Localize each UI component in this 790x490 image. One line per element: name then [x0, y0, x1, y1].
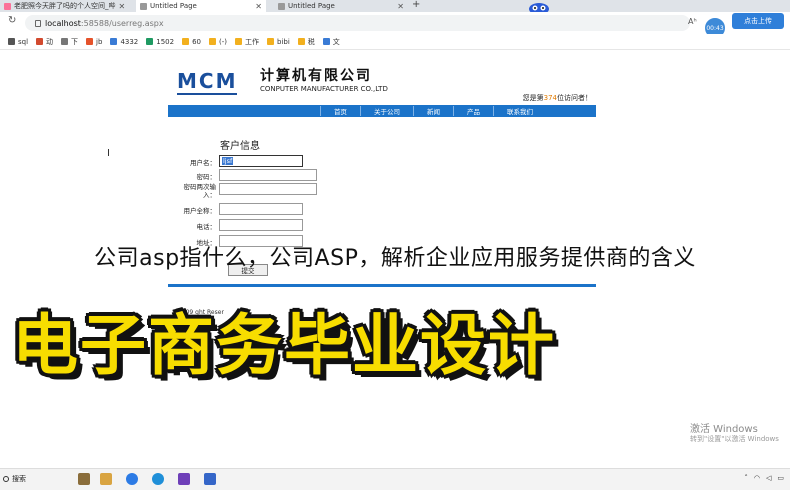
visual-studio-icon[interactable] — [178, 473, 190, 485]
battery-icon[interactable]: ▭ — [777, 474, 784, 482]
site-nav: 首页 关于公司 新闻 产品 联系我们 — [168, 105, 596, 117]
tab-title: Untitled Page — [150, 2, 197, 10]
tab-title: 老肥照今天胖了吗的个人空间_哔 — [14, 2, 116, 10]
refresh-icon[interactable]: ↻ — [8, 15, 16, 26]
close-icon[interactable]: ✕ — [255, 2, 262, 11]
folder-icon — [8, 38, 15, 45]
nav-home[interactable]: 首页 — [320, 106, 360, 116]
logo-underline — [177, 93, 237, 95]
chevron-up-icon[interactable]: ˄ — [744, 474, 748, 482]
bookmark-icon — [146, 38, 154, 45]
nav-contact[interactable]: 联系我们 — [493, 106, 546, 116]
bookmark-work[interactable]: 工作 — [235, 37, 259, 47]
username-value: ljsf — [222, 157, 234, 165]
folder-icon — [209, 38, 217, 45]
info-icon — [35, 19, 41, 27]
store-icon[interactable] — [204, 473, 216, 485]
bookmark-dong[interactable]: 动 — [36, 37, 53, 47]
close-icon[interactable]: ✕ — [397, 2, 404, 11]
video-banner: 电子商务毕业设计 — [12, 307, 556, 384]
widgets-icon[interactable] — [78, 473, 90, 485]
nav-news[interactable]: 新闻 — [413, 106, 453, 116]
phone-input[interactable] — [219, 219, 303, 231]
bookmark-icon — [182, 38, 190, 45]
tab-untitled-2[interactable]: Untitled Page ✕ — [274, 0, 408, 12]
activate-windows-title: 激活 Windows — [690, 424, 758, 435]
chrome-icon[interactable] — [126, 473, 138, 485]
bookmark-bibi[interactable]: bibi — [267, 38, 290, 46]
tab-strip: 老肥照今天胖了吗的个人空间_哔 ✕ Untitled Page ✕ Untitl… — [0, 0, 790, 12]
taskbar-search[interactable]: 搜索 — [3, 474, 26, 484]
bookmark-jb[interactable]: jb — [86, 38, 102, 46]
search-label: 搜索 — [12, 475, 26, 483]
wifi-icon[interactable]: ◠ — [754, 474, 760, 482]
bookmark-tax[interactable]: 税 — [297, 37, 315, 47]
company-logo: MCM — [177, 69, 238, 93]
page-icon — [278, 2, 285, 10]
search-icon — [3, 476, 9, 482]
taskbar: 搜索 ˄ ◠ ◁ ▭ — [0, 468, 790, 490]
tab-untitled-1[interactable]: Untitled Page ✕ — [136, 0, 266, 12]
read-aloud-icon[interactable]: Aʰ — [688, 17, 697, 26]
bookmark-1502[interactable]: 1502 — [146, 38, 174, 46]
url-bar[interactable]: localhost:58588/userreg.aspx — [25, 15, 690, 31]
company-name-en: CONPUTER MANUFACTURER CO.,LTD — [260, 85, 388, 93]
bookmark-xia[interactable]: 下 — [61, 37, 78, 47]
upload-button[interactable]: 点击上传 — [732, 13, 784, 29]
url-host: localhost — [45, 18, 81, 28]
bookmark-icon — [61, 38, 69, 45]
edge-icon[interactable] — [152, 473, 164, 485]
bookmark-icon — [110, 38, 118, 45]
field-label: 电话： — [196, 223, 217, 231]
password-input[interactable] — [219, 169, 317, 181]
bookmark-4332[interactable]: 4332 — [110, 38, 138, 46]
page-icon — [140, 2, 147, 10]
new-tab-button[interactable]: + — [412, 0, 420, 10]
tab-title: Untitled Page — [288, 2, 335, 10]
bilibili-icon — [4, 2, 11, 10]
fullname-input[interactable] — [219, 203, 303, 215]
username-input[interactable]: ljsf — [219, 155, 303, 167]
form-title: 客户信息 — [220, 141, 260, 152]
url-path: :58588/userreg.aspx — [80, 18, 164, 28]
volume-icon[interactable]: ◁ — [766, 474, 771, 482]
company-name: 计算机有限公司 — [260, 68, 372, 84]
field-label: 密码： — [196, 173, 217, 181]
screen: 老肥照今天胖了吗的个人空间_哔 ✕ Untitled Page ✕ Untitl… — [0, 0, 790, 490]
system-tray: ˄ ◠ ◁ ▭ — [744, 474, 784, 482]
close-icon[interactable]: ✕ — [119, 2, 126, 11]
bookmark-60[interactable]: 60 — [182, 38, 201, 46]
visitor-count: 374 — [543, 94, 557, 102]
confirm-password-input[interactable] — [219, 183, 317, 195]
nav-about[interactable]: 关于公司 — [360, 106, 413, 116]
field-label: 密码两次输入： — [183, 183, 217, 199]
bookmark-icon — [36, 38, 44, 45]
bookmark-icon — [86, 38, 94, 45]
field-label: 用户名： — [190, 159, 216, 167]
visitor-counter: 您是第374位访问者！ — [522, 94, 592, 102]
file-explorer-icon[interactable] — [100, 473, 112, 485]
bookmark-wen[interactable]: 文 — [322, 37, 340, 47]
bookmark-minus[interactable]: (-) — [209, 38, 227, 46]
bookmark-icon — [322, 38, 330, 45]
video-subtitle: 公司asp指什么，公司ASP，解析企业应用服务提供商的含义 — [94, 246, 696, 271]
field-label: 用户全称： — [183, 207, 217, 215]
folder-icon — [267, 38, 275, 45]
nav-products[interactable]: 产品 — [453, 106, 493, 116]
address-row: ↻ localhost:58588/userreg.aspx Aʰ — [0, 12, 790, 34]
text-cursor — [108, 149, 109, 156]
bookmarks-bar: sql 动 下 jb 4332 1502 60 (-) 工作 bibi 税 文 — [0, 34, 790, 50]
folder-icon — [235, 38, 243, 45]
folder-icon — [297, 38, 305, 45]
tab-bilibili[interactable]: 老肥照今天胖了吗的个人空间_哔 ✕ — [0, 0, 128, 12]
bookmark-sql[interactable]: sql — [8, 38, 28, 46]
activate-windows-hint: 转到"设置"以激活 Windows — [690, 435, 779, 443]
